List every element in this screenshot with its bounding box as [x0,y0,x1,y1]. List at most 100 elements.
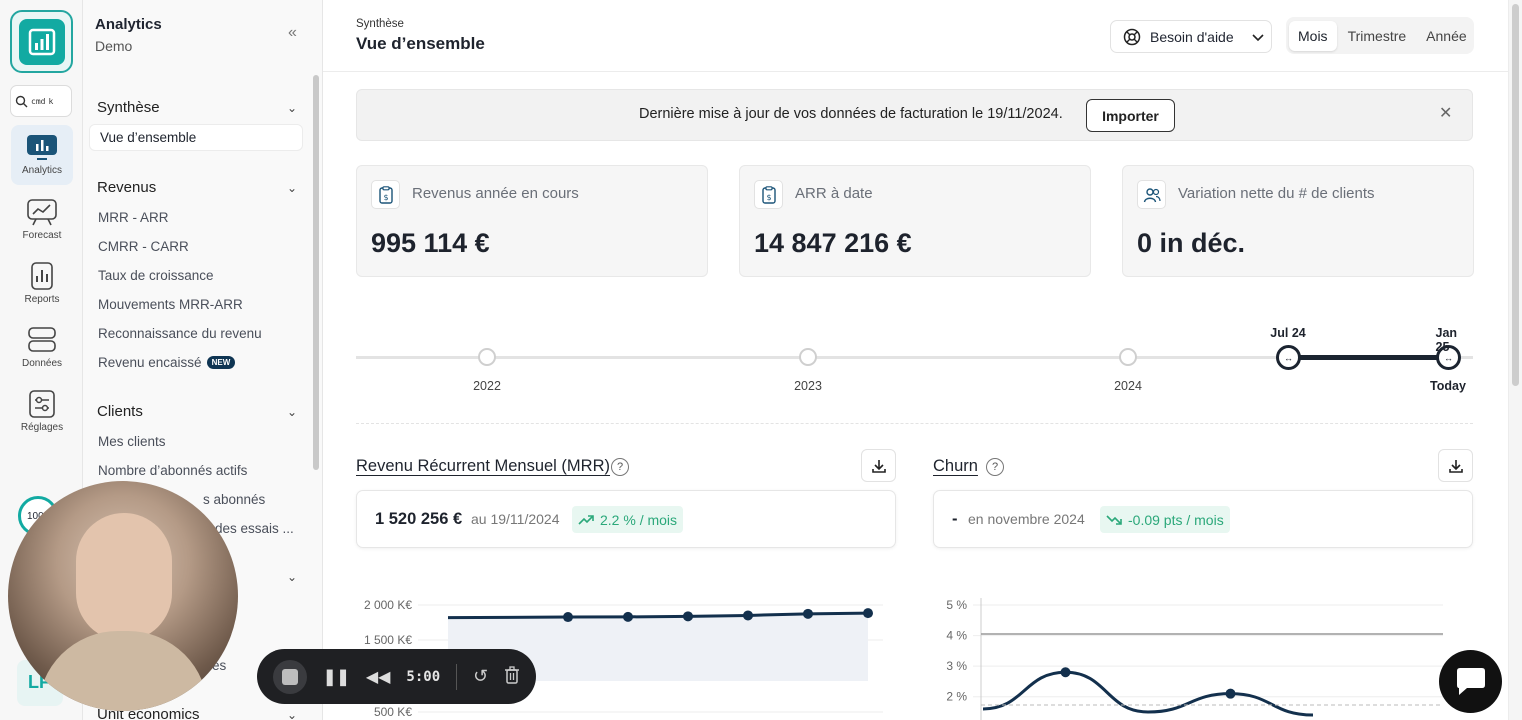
period-mois[interactable]: Mois [1289,20,1337,51]
y-tick-label: 4 % [946,629,967,643]
today-label: Today [1430,379,1466,393]
timeline-point-2022[interactable] [478,348,496,366]
rail-item-reglages[interactable]: Réglages [11,382,73,442]
timeline-point-2024[interactable] [1119,348,1137,366]
rail-label: Données [21,358,63,369]
churn-trend-text: -0.09 pts / mois [1128,511,1224,528]
billing-update-banner: Dernière mise à jour de vos données de f… [356,89,1473,141]
kpi-label: ARR à date [795,185,873,202]
toolbar-divider [456,663,458,690]
data-point [863,608,873,619]
kpi-label: Revenus année en cours [412,185,579,202]
nav-link-taux-croissance[interactable]: Taux de croissance [98,268,214,283]
analytics-logo[interactable] [10,10,73,73]
nav-link-mouvements[interactable]: Mouvements MRR-ARR [98,297,243,312]
nav-link-revenu-encaisse[interactable]: Revenu encaissé NEW [98,355,236,370]
help-circle-icon[interactable]: ? [611,458,629,476]
scrollbar-thumb[interactable] [1512,4,1519,386]
rail-label: Analytics [21,165,62,176]
trash-icon[interactable] [504,666,520,687]
rail-item-forecast[interactable]: Forecast [11,190,73,250]
kpi-card-revenus: $ Revenus année en cours 995 114 € [356,165,708,277]
face-shape [76,513,172,641]
download-mrr-button[interactable] [861,449,896,482]
nav-link-cmrr-carr[interactable]: CMRR - CARR [98,239,189,254]
pause-icon[interactable]: ❚❚ [323,667,350,687]
data-point [563,612,573,623]
section-title: Clients [97,403,143,420]
webcam-video-bubble[interactable] [8,481,238,711]
nav-link-essais[interactable]: des essais ... [215,521,294,536]
breadcrumb[interactable]: Synthèse [356,18,404,30]
page-header: Synthèse Vue d’ensemble Besoin d'aide Mo… [323,0,1508,72]
rewind-icon[interactable]: ◀◀ [366,667,391,687]
lifebuoy-icon [1123,28,1141,45]
period-trimestre[interactable]: Trimestre [1339,21,1416,51]
chevron-down-icon: ⌄ [286,180,297,195]
section-synthese[interactable]: Synthèse ⌄ [97,99,297,116]
kpi-card-clients: Variation nette du # de clients 0 in déc… [1122,165,1474,277]
chat-support-button[interactable] [1439,650,1502,713]
rail-item-reports[interactable]: Reports [11,254,73,314]
page-title: Vue d’ensemble [356,34,485,53]
recording-toolbar: ❚❚ ◀◀ 5:00 ↺ [257,649,536,704]
nav-link-abonnes-actifs[interactable]: Nombre d’abonnés actifs [98,463,247,478]
mrr-trend-badge: 2.2 % / mois [572,506,684,533]
nav-link-mes-clients[interactable]: Mes clients [98,434,166,449]
rail-item-donnees[interactable]: Données [11,318,73,378]
sidebar-scrollbar[interactable] [313,75,319,470]
nav-link-mrr-arr[interactable]: MRR - ARR [98,210,169,225]
churn-trend-badge: -0.09 pts / mois [1100,506,1230,533]
help-circle-icon[interactable]: ? [986,458,1004,476]
rail-label: Forecast [22,230,62,241]
close-icon[interactable]: ✕ [1439,103,1452,123]
stop-icon [282,668,298,685]
clipboard-dollar-icon: $ [371,180,400,209]
new-badge: NEW [206,356,236,369]
nav-link-label: Revenu encaissé [98,355,202,370]
section-clients[interactable]: Clients ⌄ [97,403,297,420]
collapse-sidebar-icon[interactable]: « [288,24,306,42]
download-icon [1448,459,1463,473]
rail-label: Reports [24,294,60,305]
presentation-chart-icon [27,199,57,226]
chevron-down-icon: ⌄ [286,570,297,584]
kpi-value: 995 114 € [371,228,490,258]
report-icon [31,262,53,290]
mrr-value: 1 520 256 € [375,510,463,528]
restart-icon[interactable]: ↺ [473,666,488,687]
mrr-trend-text: 2.2 % / mois [600,511,678,528]
chevron-down-icon: ⌄ [286,100,297,115]
users-icon [1137,180,1166,209]
svg-text:$: $ [383,193,388,202]
help-label: Besoin d'aide [1150,28,1234,45]
date-range-timeline: ↔ ↔ 2022 2023 2024 Jul 24 Jan 25 Today [356,320,1473,400]
nav-link-reconnaissance[interactable]: Reconnaissance du revenu [98,326,262,341]
rail-item-analytics[interactable]: Analytics [11,125,73,185]
timeline-selected-range[interactable] [1288,355,1449,360]
data-point [1225,688,1236,699]
help-dropdown-button[interactable]: Besoin d'aide [1110,20,1272,53]
chevron-down-icon: ⌄ [286,404,297,419]
churn-chart-title[interactable]: Churn [933,457,978,476]
import-button[interactable]: Importer [1086,99,1175,132]
download-churn-button[interactable] [1438,449,1473,482]
nav-link-abonnes[interactable]: s abonnés [203,492,265,507]
command-search-button[interactable]: cmd k [10,85,72,117]
range-end-label: Jan 25 [1435,326,1458,354]
kpi-label: Variation nette du # de clients [1178,185,1375,202]
search-icon [15,95,28,107]
period-annee[interactable]: Année [1417,21,1475,51]
section-title: Synthèse [97,99,160,116]
stop-recording-button[interactable] [273,659,307,694]
trend-down-icon [1106,514,1122,525]
page-scrollbar[interactable] [1508,0,1522,720]
mrr-chart-title[interactable]: Revenu Récurrent Mensuel (MRR) [356,457,610,476]
chat-bubble-icon [1456,667,1485,695]
y-tick-label: 2 000 K€ [364,598,412,612]
timeline-point-2023[interactable] [799,348,817,366]
nav-link-vue-ensemble[interactable]: Vue d’ensemble [89,124,303,151]
cmd-key: cmd [31,96,46,106]
range-start-handle[interactable]: ↔ [1276,345,1301,370]
section-revenus[interactable]: Revenus ⌄ [97,179,297,196]
